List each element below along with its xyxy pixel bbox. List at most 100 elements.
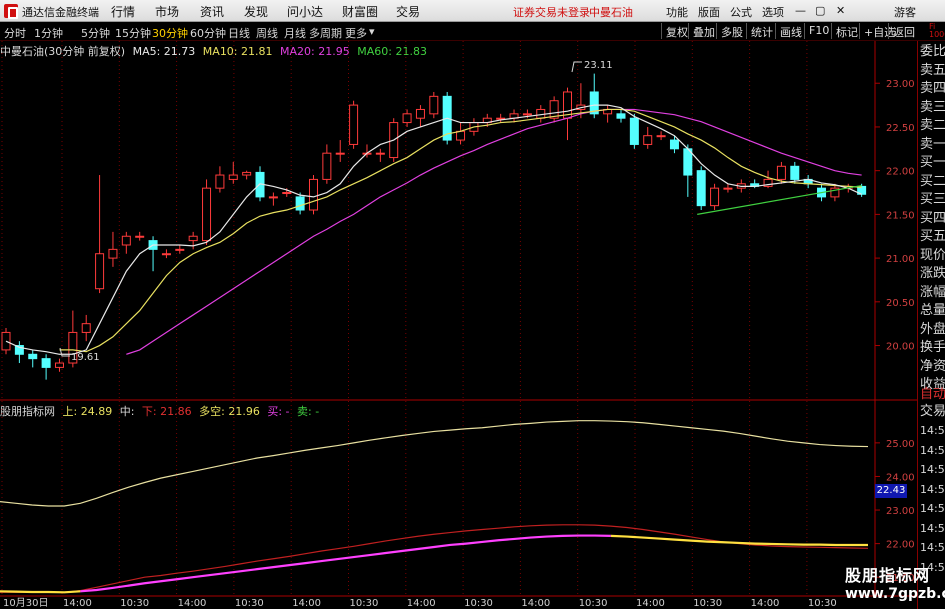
sidebar-item-1[interactable]: 卖五 <box>920 62 945 80</box>
time-tick-label: 14:00 <box>751 598 780 609</box>
sidebar-item-10[interactable]: 买五 <box>920 228 945 246</box>
kline-chart[interactable]: 23.00 22.50 22.00 21.50 21.00 20.50 20.00 10月30… <box>0 0 945 609</box>
candle-up <box>776 165 786 180</box>
sidebar-item-0[interactable]: 委比 <box>920 43 945 61</box>
time-tick-label: 10:30 <box>464 598 493 609</box>
time-tick-label: 10:30 <box>235 598 264 609</box>
time-tick-label: 14:00 <box>178 598 207 609</box>
candle-up <box>161 253 171 256</box>
candle-up <box>282 192 292 195</box>
sidebar-item-7[interactable]: 买二 <box>920 173 945 191</box>
candle-down <box>295 196 305 211</box>
sidebar-time-1: 14:56 <box>920 443 945 457</box>
sidebar-item-13[interactable]: 涨幅 <box>920 284 945 302</box>
sidebar-time-0: 14:56 <box>920 424 945 437</box>
sidebar-item-17[interactable]: 净资 <box>920 358 945 376</box>
time-tick-label: 10:30 <box>808 598 837 609</box>
indicator-upper-line <box>0 420 869 507</box>
sidebar-time-3: 14:56 <box>920 482 945 496</box>
sidebar-time-5: 14:56 <box>920 521 945 535</box>
candle-up <box>135 235 145 238</box>
sidebar-item-2[interactable]: 卖四 <box>920 80 945 98</box>
candle-up <box>710 187 720 207</box>
sidebar-item-14[interactable]: 总量 <box>920 302 945 320</box>
time-tick-label: 14:00 <box>636 598 665 609</box>
candle-down <box>790 165 800 180</box>
sidebar-item-5[interactable]: 卖一 <box>920 136 945 154</box>
price-tick-label: 20.00 <box>886 342 915 353</box>
price-tick-label: 23.00 <box>886 79 915 90</box>
candle-down <box>616 113 626 119</box>
time-tick-label: 14:00 <box>521 598 550 609</box>
ma60-line <box>697 184 862 215</box>
candle-up <box>81 323 91 333</box>
ma-lines <box>5 104 862 355</box>
candle-up <box>188 235 198 242</box>
longshort-line-start <box>0 590 81 594</box>
candle-up <box>415 108 425 119</box>
longshort-line-end <box>610 534 868 547</box>
candle-up <box>175 248 185 251</box>
candle-up <box>108 248 118 259</box>
candle-up <box>121 235 131 246</box>
sidebar-item-15[interactable]: 外盘 <box>920 321 945 339</box>
candle-up <box>522 113 532 116</box>
ma5-line <box>5 104 862 355</box>
candle-down <box>696 170 706 207</box>
candle-up <box>349 104 359 145</box>
sidebar-item-4[interactable]: 卖二 <box>920 117 945 135</box>
sidebar-item-3[interactable]: 卖三 <box>920 99 945 117</box>
candle-up <box>228 174 238 180</box>
ma10-line <box>59 108 862 353</box>
candle-down <box>28 353 38 360</box>
indicator-tick-label: 25.00 <box>886 439 915 450</box>
candle-up <box>202 187 212 242</box>
auto-trade-label[interactable]: 自动 <box>920 386 945 404</box>
time-tick-label: 10:30 <box>120 598 149 609</box>
candle-up <box>335 152 345 155</box>
candle-down <box>669 139 679 150</box>
current-value-badge: 22.43 <box>875 484 907 498</box>
candle-up <box>402 113 412 124</box>
candle-up <box>322 152 332 180</box>
chart-axes: 23.00 22.50 22.00 21.50 21.00 20.50 20.00 10月30… <box>3 60 915 609</box>
watermark-title: 股朋指标网 <box>845 566 931 585</box>
price-tick-label: 21.00 <box>886 254 915 265</box>
sidebar-item-9[interactable]: 买四 <box>920 210 945 228</box>
sidebar-item-11[interactable]: 现价 <box>920 247 945 265</box>
high-annotation-pointer <box>571 61 582 73</box>
candle-up <box>656 135 666 138</box>
time-tick-label: 14:00 <box>407 598 436 609</box>
sidebar-item-16[interactable]: 换手 <box>920 339 945 357</box>
candles <box>1 73 867 380</box>
candle-down <box>629 117 639 145</box>
candle-up <box>308 178 318 211</box>
candle-up <box>268 196 278 199</box>
indicator-tick-label: 22.00 <box>886 540 915 551</box>
candle-up <box>643 135 653 145</box>
sidebar-item-12[interactable]: 涨跌 <box>920 265 945 283</box>
quote-sidebar: 委比 卖五 卖四 卖三 卖二 卖一 买一 买二 买三 买四 买五 现价 涨跌 涨幅 总量 外盘 换手 净资 收益 自动… <box>917 41 945 609</box>
watermark-url: www.7gpzb.com <box>845 586 945 602</box>
high-annotation: 23.11 <box>584 60 613 71</box>
candle-up <box>54 362 64 368</box>
longshort-line-mid <box>80 534 611 593</box>
indicator-lines <box>0 420 869 594</box>
candle-up <box>242 171 252 176</box>
sidebar-time-6: 14:56 <box>920 541 945 554</box>
indicator-tick-label: 23.00 <box>886 506 915 517</box>
price-tick-label: 22.50 <box>886 123 915 134</box>
chart-frame <box>0 41 917 597</box>
candle-up <box>429 95 439 115</box>
trade-label[interactable]: 交易 <box>920 403 945 421</box>
time-tick-label: 10:30 <box>693 598 722 609</box>
indicator-tick-label: 24.00 <box>886 472 915 483</box>
price-tick-label: 22.00 <box>886 167 915 178</box>
time-tick-label: 10月30日 <box>3 597 48 609</box>
indicator-lower-line <box>0 524 869 593</box>
sidebar-item-6[interactable]: 买一 <box>920 154 945 172</box>
candle-up <box>95 253 105 290</box>
candle-down <box>41 358 51 368</box>
sidebar-item-8[interactable]: 买三 <box>920 191 945 209</box>
price-tick-label: 21.50 <box>886 210 915 221</box>
